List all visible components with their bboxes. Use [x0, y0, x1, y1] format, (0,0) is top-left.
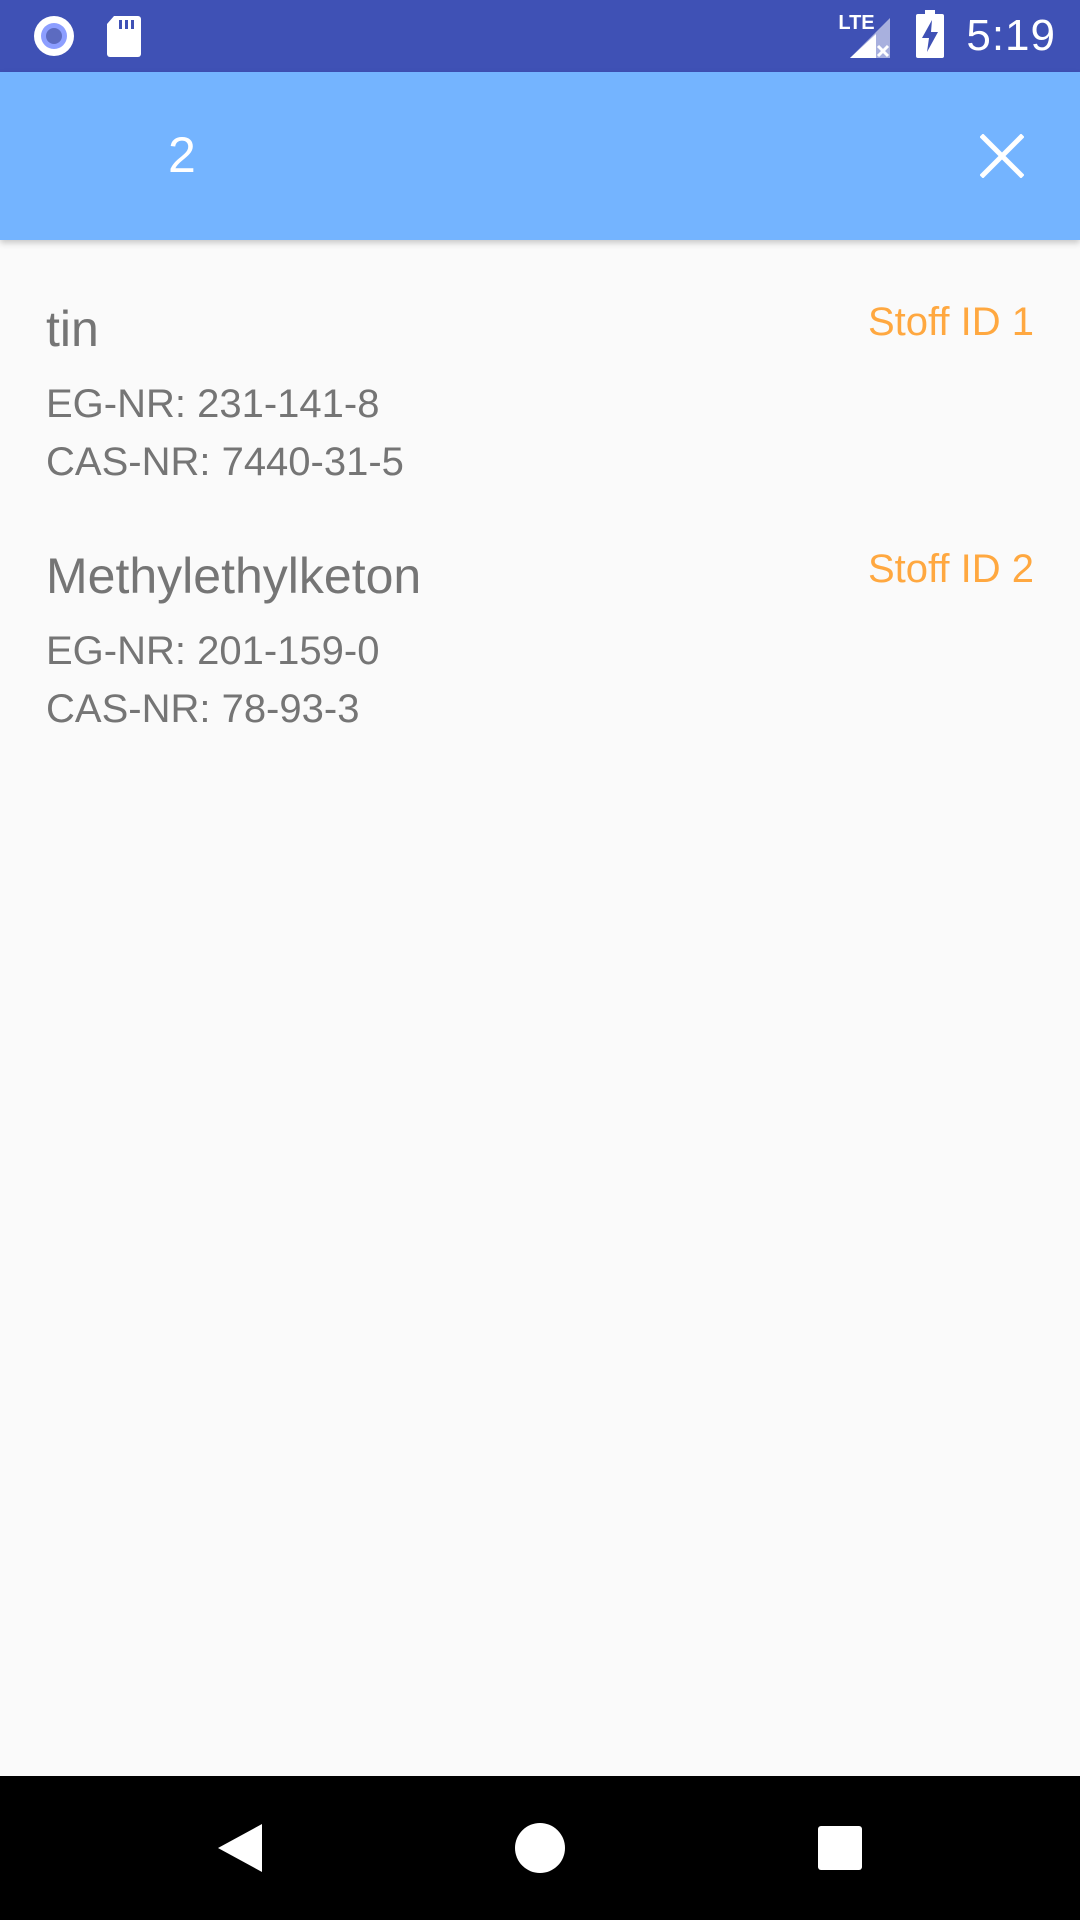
record-icon: [32, 14, 76, 63]
list-item[interactable]: Methylethylketon EG-NR: 201-159-0 CAS-NR…: [0, 547, 1080, 794]
substance-name: Methylethylketon: [46, 548, 422, 604]
navigation-bar: [0, 1776, 1080, 1920]
sd-card-icon: [106, 14, 142, 63]
status-time: 5:19: [966, 11, 1056, 60]
substance-name: tin: [46, 301, 99, 357]
eg-number: EG-NR: 201-159-0: [46, 629, 380, 673]
cas-number: CAS-NR: 7440-31-5: [46, 440, 404, 484]
search-input[interactable]: 2: [168, 126, 196, 184]
clear-search-button[interactable]: [966, 120, 1038, 192]
results-list: tin EG-NR: 231-141-8 CAS-NR: 7440-31-5 S…: [0, 240, 1080, 794]
cas-number: CAS-NR: 78-93-3: [46, 687, 360, 731]
close-icon: [980, 134, 1024, 178]
home-button[interactable]: [508, 1816, 572, 1880]
substance-id: Stoff ID 2: [867, 547, 1034, 591]
search-bar: 2: [0, 72, 1080, 240]
signal-icon: LTE: [838, 12, 894, 60]
recents-square-icon: [818, 1826, 862, 1870]
back-triangle-icon: [218, 1824, 262, 1872]
recents-button[interactable]: [808, 1816, 872, 1880]
eg-number: EG-NR: 231-141-8: [46, 382, 380, 426]
back-button[interactable]: [208, 1816, 272, 1880]
home-circle-icon: [515, 1823, 565, 1873]
battery-charging-icon: [916, 9, 945, 63]
list-item[interactable]: tin EG-NR: 231-141-8 CAS-NR: 7440-31-5 S…: [0, 300, 1080, 547]
status-bar: LTE 5:19: [0, 0, 1080, 72]
substance-id: Stoff ID 1: [867, 300, 1034, 344]
